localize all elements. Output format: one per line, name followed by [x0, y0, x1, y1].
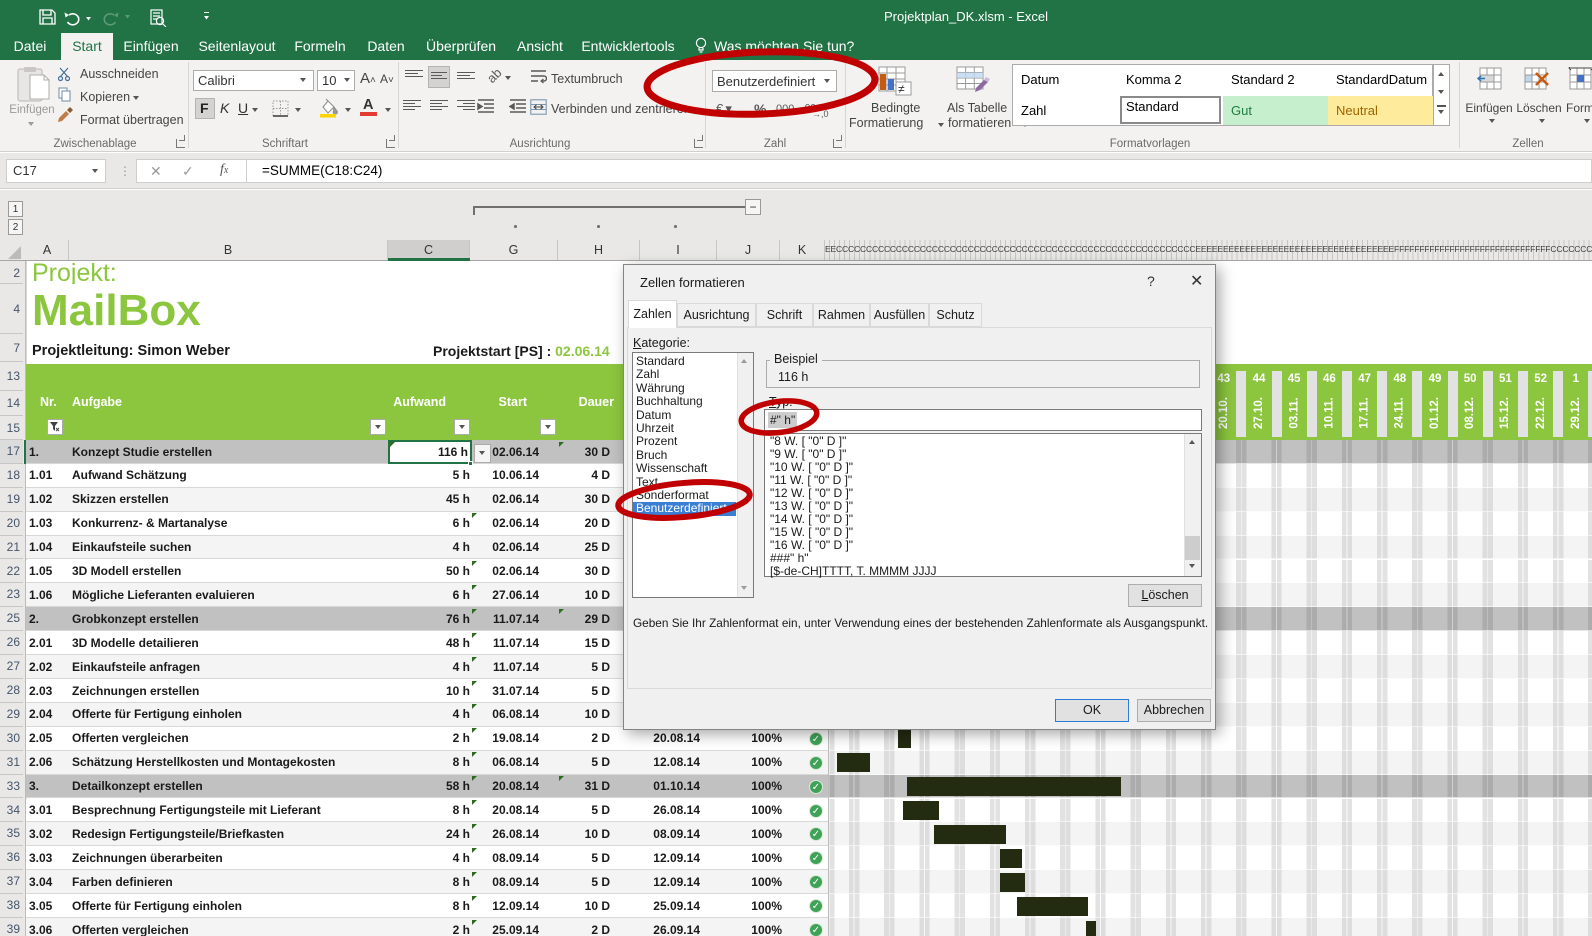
svg-text:000: 000 — [776, 103, 794, 115]
svg-text:€ ▾: € ▾ — [716, 101, 732, 116]
svg-text:→,0: →,0 — [812, 109, 829, 119]
svg-text:%: % — [754, 101, 767, 117]
svg-text:≠: ≠ — [898, 82, 905, 96]
